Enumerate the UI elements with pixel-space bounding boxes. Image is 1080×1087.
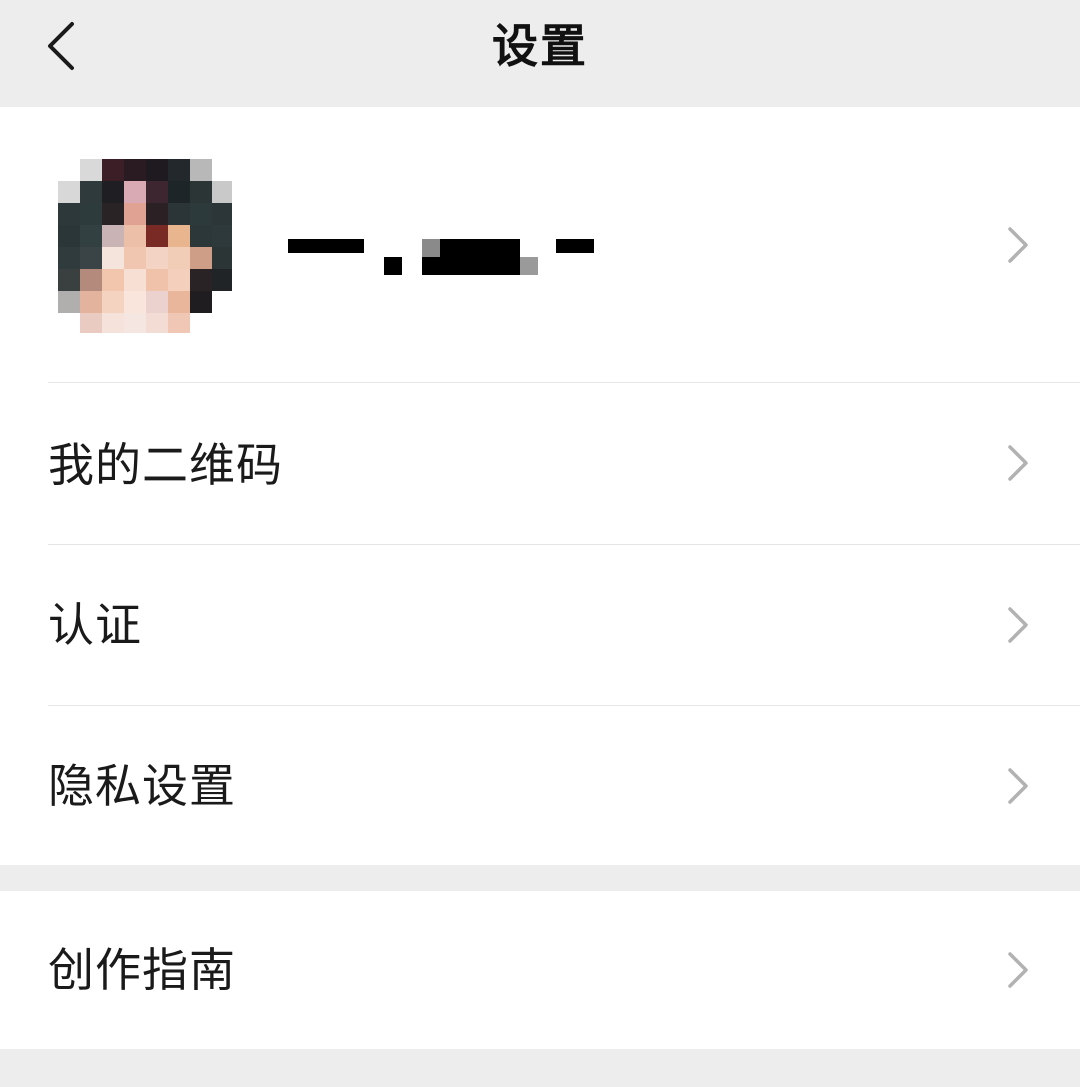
menu-item-label: 隐私设置: [48, 759, 236, 813]
menu-item-label: 认证: [48, 598, 142, 652]
chevron-right-icon: [1008, 227, 1028, 263]
chevron-right-icon: [1008, 768, 1028, 804]
chevron-right-icon: [1008, 445, 1028, 481]
menu-item-creator-guide[interactable]: 创作指南: [0, 891, 1080, 1049]
settings-group-creator: 创作指南: [0, 891, 1080, 1049]
chevron-right-icon: [1008, 607, 1028, 643]
page-title: 设置: [492, 19, 588, 73]
settings-group-main: 我的二维码 认证 隐私设置: [0, 107, 1080, 865]
menu-item-my-qrcode[interactable]: 我的二维码: [0, 383, 1080, 544]
menu-item-privacy-settings[interactable]: 隐私设置: [0, 706, 1080, 865]
menu-item-verification[interactable]: 认证: [0, 545, 1080, 705]
username-redacted: [288, 239, 594, 275]
chevron-right-icon: [1008, 952, 1028, 988]
menu-item-label: 创作指南: [48, 943, 236, 997]
nav-bar: 设置: [0, 0, 1080, 107]
menu-item-label: 我的二维码: [48, 438, 283, 492]
profile-row[interactable]: [0, 107, 1080, 382]
avatar: [58, 159, 232, 333]
